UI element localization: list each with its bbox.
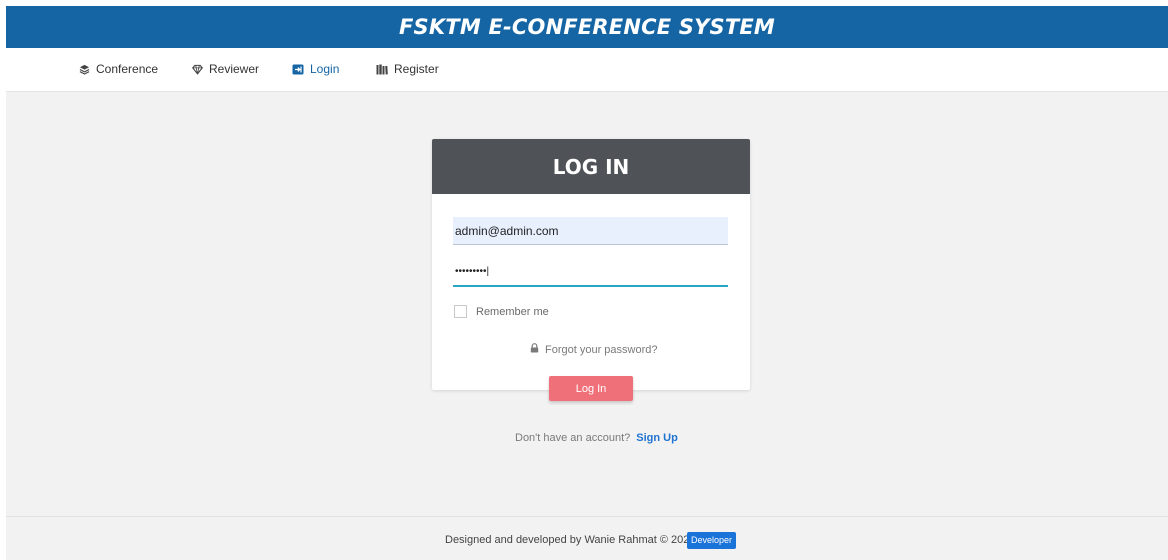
forgot-password-link[interactable]: Forgot your password? — [530, 343, 658, 356]
app-window: FSKTM E-CONFERENCE SYSTEM Conference Rev… — [6, 6, 1168, 560]
remember-me: Remember me — [454, 305, 549, 318]
app-title: FSKTM E-CONFERENCE SYSTEM — [398, 15, 776, 39]
nav-item-reviewer[interactable]: Reviewer — [192, 62, 259, 76]
nav-label-reviewer: Reviewer — [209, 62, 260, 76]
books-icon — [376, 64, 388, 75]
nav-item-conference[interactable]: Conference — [79, 62, 158, 76]
top-nav: Conference Reviewer Login Register — [6, 48, 1168, 92]
remember-checkbox[interactable] — [454, 305, 467, 318]
signup-link[interactable]: Sign Up — [636, 432, 678, 444]
login-button[interactable]: Log In — [549, 376, 633, 401]
nav-label-conference: Conference — [96, 62, 159, 76]
nav-item-register[interactable]: Register — [376, 62, 439, 76]
footer: Designed and developed by Wanie Rahmat ©… — [6, 516, 1168, 560]
footer-credit: Designed and developed by Wanie Rahmat ©… — [445, 534, 699, 546]
remember-label: Remember me — [476, 305, 549, 318]
login-heading: LOG IN — [552, 154, 630, 179]
nav-item-login[interactable]: Login — [292, 62, 339, 76]
diamond-icon — [192, 64, 203, 75]
password-field[interactable] — [453, 257, 728, 287]
login-card-header: LOG IN — [432, 139, 750, 194]
developer-badge[interactable]: Developer — [687, 532, 737, 549]
login-icon — [292, 64, 304, 75]
lock-icon — [530, 343, 545, 356]
nav-label-register: Register — [394, 62, 439, 76]
layers-icon — [79, 64, 90, 75]
signup-prompt: Don't have an account? Sign Up — [515, 432, 678, 444]
nav-label-login: Login — [310, 62, 340, 76]
title-bar: FSKTM E-CONFERENCE SYSTEM — [6, 6, 1168, 48]
forgot-password-label: Forgot your password? — [545, 343, 658, 356]
signup-prompt-text: Don't have an account? — [515, 432, 631, 444]
email-field[interactable] — [453, 217, 728, 245]
login-card: LOG IN Remember me Forgot your password? — [432, 139, 750, 390]
